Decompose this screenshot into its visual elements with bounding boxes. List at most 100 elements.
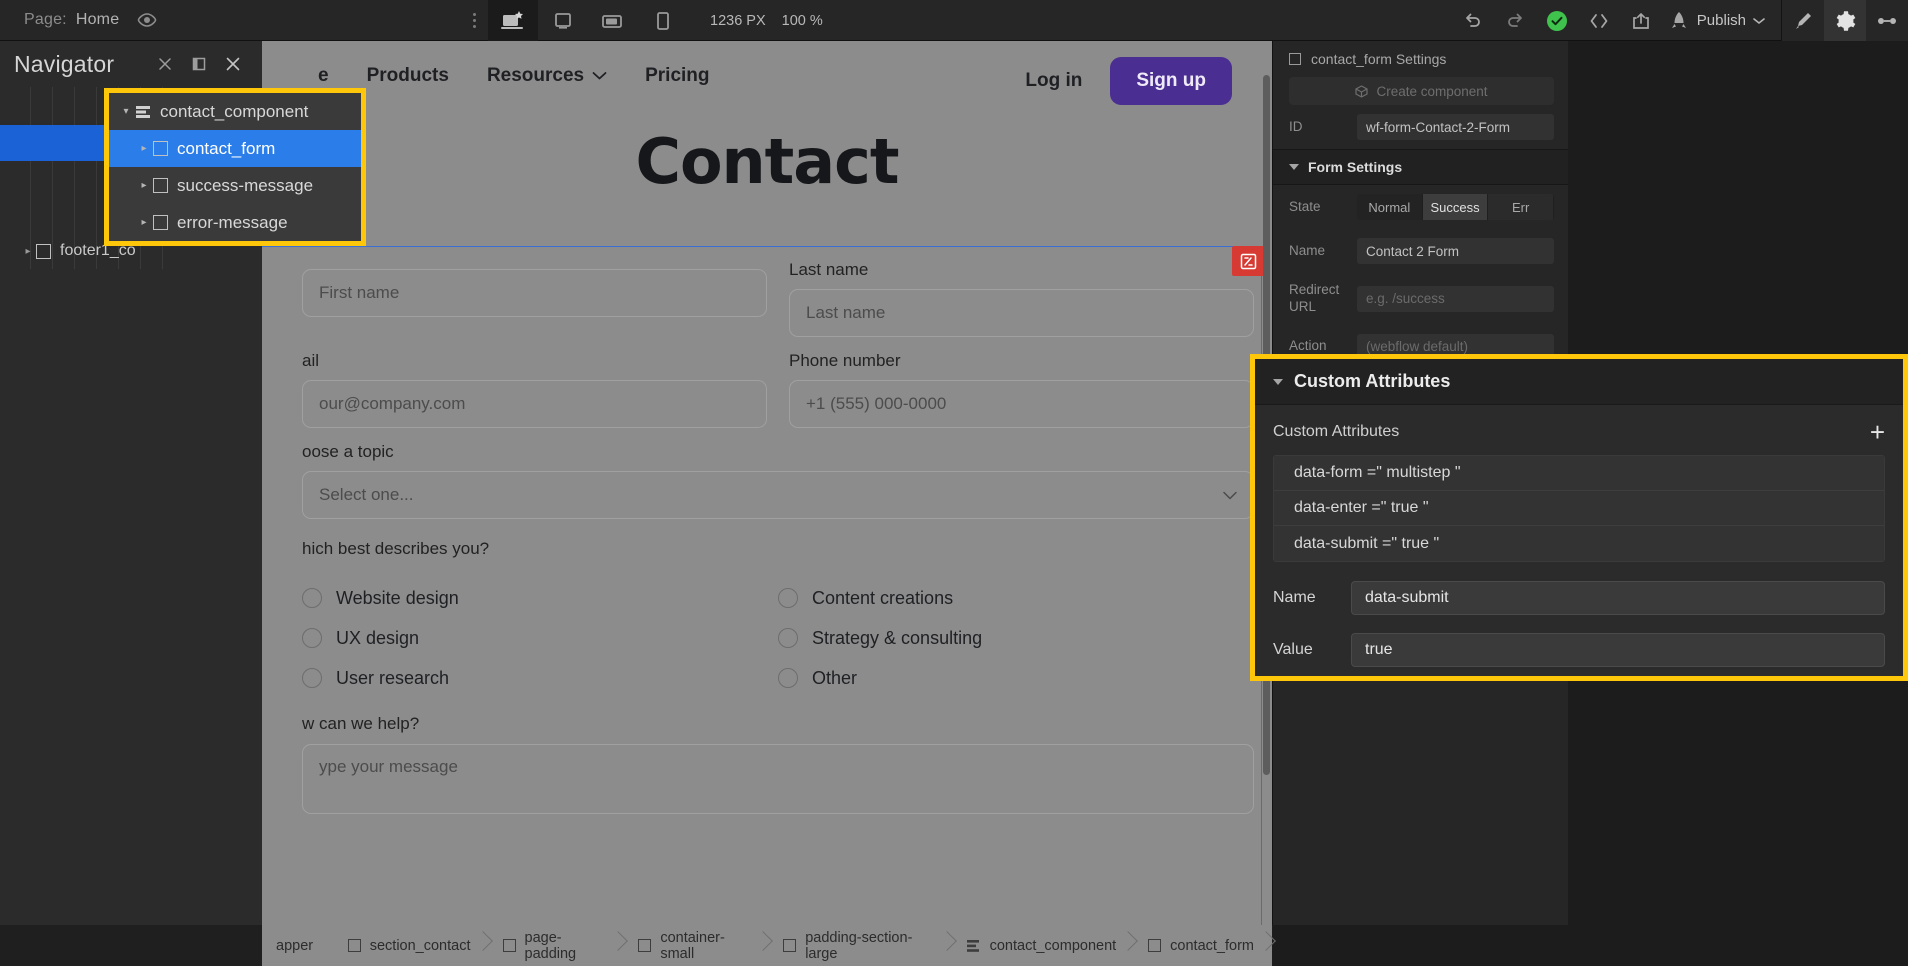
nav-link-label: e [318,65,329,86]
signup-button[interactable]: Sign up [1110,57,1232,105]
navigator-item-error-message[interactable]: ▸ error-message [109,204,361,241]
state-option-normal[interactable]: Normal [1357,194,1423,220]
check-circle-icon [1546,10,1568,32]
publish-button[interactable]: Publish [1662,0,1781,41]
navigator-title: Navigator [14,50,115,77]
square-block-icon [153,178,168,193]
state-option-success[interactable]: Success [1422,194,1489,220]
device-mobile-button[interactable] [638,0,688,41]
nav-link-products[interactable]: Products [367,65,449,87]
style-panel-button[interactable] [1782,0,1824,41]
radio-option[interactable]: UX design [302,618,778,658]
attribute-name-field-row: Name data-submit [1255,572,1903,624]
navigator-item-success-message[interactable]: ▸ success-message [109,167,361,204]
breadcrumb-partial-item[interactable]: apper [262,938,313,954]
page-indicator[interactable]: Page: Home [0,11,158,29]
topic-group: oose a topic Select one... [302,442,1254,519]
breadcrumb-label: container-small [660,929,725,962]
topic-select[interactable]: Select one... [302,471,1254,519]
breadcrumb-bar: apper section_contact page-padding conta… [0,925,1908,966]
radio-option[interactable]: Content creations [778,578,1254,618]
cube-icon [1355,84,1369,98]
custom-attributes-section-header[interactable]: Custom Attributes [1255,359,1903,405]
form-settings-section-header[interactable]: Form Settings [1273,149,1568,185]
code-view-button[interactable] [1578,0,1620,41]
navigator-item-contact-form[interactable]: ▸ contact_form [109,130,361,167]
attribute-name-input[interactable]: data-submit [1351,581,1885,615]
id-label: ID [1289,118,1303,134]
create-component-button[interactable]: Create component [1289,77,1554,105]
form-edit-badge-icon[interactable] [1232,246,1264,276]
state-segmented-control: Normal Success Err [1357,194,1554,220]
redirect-url-input[interactable]: e.g. /success [1357,285,1554,312]
collapse-icon[interactable] [148,47,182,81]
top-toolbar: Page: Home 1236 PX 100 % Publish [0,0,1908,41]
zoom-level-label[interactable]: 100 % [782,13,823,29]
viewport-width-label[interactable]: 1236 PX [710,13,766,29]
kebab-menu-icon[interactable] [460,13,488,28]
help-label: w can we help? [302,714,420,733]
chevron-right-icon[interactable]: ▸ [135,143,153,154]
square-block-icon [502,939,516,952]
share-button[interactable] [1620,0,1662,41]
device-desktop-button[interactable] [488,0,538,41]
breadcrumb-item-section-contact[interactable]: section_contact [334,925,489,966]
radio-option[interactable]: User research [302,658,778,698]
chevron-right-icon[interactable]: ▸ [135,180,153,191]
breadcrumb-item-contact-form[interactable]: contact_form [1134,925,1272,966]
attribute-value-input[interactable]: true [1351,633,1885,667]
custom-attribute-row[interactable]: data-submit =" true " [1274,526,1884,561]
chevron-right-icon[interactable]: ▸ [20,246,36,257]
square-block-icon [1289,53,1301,65]
radio-option[interactable]: Strategy & consulting [778,618,1254,658]
dock-panel-icon[interactable] [182,47,216,81]
device-landscape-button[interactable] [588,0,638,41]
radio-circle-icon [302,668,322,688]
breadcrumb-item-page-padding[interactable]: page-padding [489,925,625,966]
radio-option[interactable]: Other [778,658,1254,698]
message-textarea[interactable]: ype your message [302,744,1254,814]
breadcrumb-track: apper section_contact page-padding conta… [262,925,1272,966]
eye-icon[interactable] [136,12,158,28]
undo-icon [1463,12,1483,30]
phone-field[interactable]: +1 (555) 000-0000 [789,380,1254,428]
breadcrumb-item-padding-section-large[interactable]: padding-section-large [769,925,952,966]
settings-panel-button[interactable] [1824,0,1866,41]
topic-select-value: Select one... [319,485,414,504]
login-link[interactable]: Log in [1025,70,1082,92]
custom-attribute-row[interactable]: data-enter =" true " [1274,491,1884,526]
square-block-icon [36,243,51,259]
nav-link-home[interactable]: e [318,65,329,87]
component-stack-icon [966,939,981,952]
breadcrumb-item-contact-component[interactable]: contact_component [953,925,1135,966]
chevron-down-icon[interactable] [1753,17,1765,25]
contact-form: First name Last name Last name ail our@c… [262,246,1272,966]
form-name-input[interactable]: Contact 2 Form [1357,238,1554,264]
radio-option[interactable]: Website design [302,578,778,618]
close-icon[interactable] [216,47,250,81]
device-tablet-button[interactable] [538,0,588,41]
chevron-down-icon[interactable]: ▾ [117,106,135,117]
laptop-star-icon [500,10,526,32]
undo-button[interactable] [1452,0,1494,41]
id-input[interactable]: wf-form-Contact-2-Form [1357,114,1554,140]
action-label: Action [1289,338,1327,354]
breadcrumb-item-container-small[interactable]: container-small [624,925,769,966]
nav-link-resources[interactable]: Resources [487,65,607,87]
last-name-field[interactable]: Last name [789,289,1254,337]
radio-label: Other [812,667,858,688]
custom-attributes-list-label: Custom Attributes [1273,423,1400,440]
chevron-right-icon[interactable]: ▸ [135,217,153,228]
email-field[interactable]: our@company.com [302,380,767,428]
state-option-error[interactable]: Err [1488,194,1554,220]
save-status-button[interactable] [1536,0,1578,41]
navigator-item-contact-component[interactable]: ▾ contact_component [109,93,361,130]
redo-button[interactable] [1494,0,1536,41]
plus-icon[interactable]: + [1870,419,1885,445]
nav-link-pricing[interactable]: Pricing [645,65,709,87]
chevron-down-icon [592,71,607,81]
interactions-panel-button[interactable] [1866,0,1908,41]
custom-attribute-row[interactable]: data-form =" multistep " [1274,456,1884,491]
nav-link-label: Pricing [645,65,710,86]
first-name-field[interactable]: First name [302,269,767,317]
